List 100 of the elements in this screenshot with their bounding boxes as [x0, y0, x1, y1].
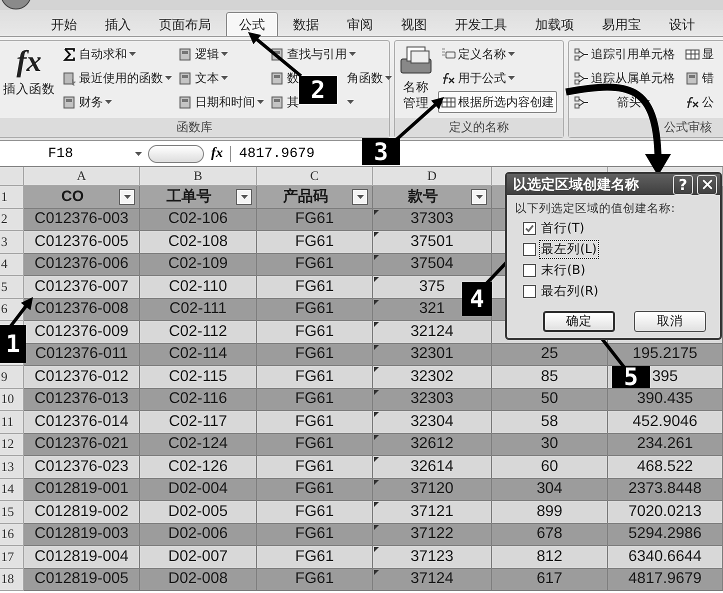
- table-cell: 37501: [373, 231, 492, 254]
- table-cell: 37122: [373, 524, 492, 546]
- table-cell: 60: [492, 456, 608, 478]
- command-label: 数: [287, 70, 299, 86]
- table-cell: 50: [492, 388, 608, 411]
- table-cell: 32302: [373, 366, 492, 388]
- command-label: 文本: [195, 70, 219, 86]
- table-cell: C02-110: [140, 276, 257, 298]
- table-cell: FG61: [257, 388, 373, 411]
- table-cell: 32304: [373, 411, 492, 434]
- step-number: 5: [612, 366, 650, 388]
- table-cell: 6340.6644: [608, 546, 723, 568]
- table-cell: 37120: [373, 478, 492, 501]
- table-cell: C02-108: [140, 231, 257, 254]
- table-cell: FG61: [257, 411, 373, 434]
- table-cell: 30: [492, 434, 608, 456]
- command-label: 日期和时间: [195, 94, 255, 110]
- table-cell: 37124: [373, 568, 492, 591]
- table-cell: FG61: [257, 524, 373, 546]
- command-label: 错: [702, 70, 714, 86]
- table-cell: C02-106: [140, 208, 257, 231]
- table-cell: C012376-021: [24, 434, 140, 456]
- table-cell: C02-112: [140, 321, 257, 344]
- table-cell: FG61: [257, 366, 373, 388]
- command-label: 显: [702, 46, 714, 62]
- table-cell: 678: [492, 524, 608, 546]
- table-cell: FG61: [257, 501, 373, 524]
- table-cell: C02-116: [140, 388, 257, 411]
- row-number: 11: [0, 411, 24, 434]
- table-cell: D02-007: [140, 546, 257, 568]
- step-number: 3: [362, 138, 400, 165]
- table-cell: FG61: [257, 478, 373, 501]
- table-cell: 390.435: [608, 388, 723, 411]
- row-number: 17: [0, 546, 24, 568]
- table-header-cell: 产品码: [257, 186, 373, 208]
- group-title: 函数库: [176, 119, 212, 136]
- row-number: 10: [0, 388, 24, 411]
- table-cell: C02-111: [140, 298, 257, 321]
- table-header-cell: 工单号: [140, 186, 257, 208]
- table-cell: FG61: [257, 568, 373, 591]
- command-label: 自动求和: [79, 46, 127, 62]
- table-cell: 899: [492, 501, 608, 524]
- row-number: 16: [0, 524, 24, 546]
- table-cell: 25: [492, 344, 608, 366]
- table-cell: 195.2175: [608, 344, 723, 366]
- command-label: 逻辑: [195, 46, 219, 62]
- row-number: 15: [0, 501, 24, 524]
- row-number: 18: [0, 568, 24, 591]
- command-label: 追踪从属单元格: [591, 70, 675, 86]
- table-cell: C012819-002: [24, 501, 140, 524]
- command-label: 追踪引用单元格: [591, 46, 675, 62]
- table-cell: FG61: [257, 298, 373, 321]
- table-cell: FG61: [257, 231, 373, 254]
- table-cell: C02-114: [140, 344, 257, 366]
- table-cell: 7020.0213: [608, 501, 723, 524]
- table-cell: C02-124: [140, 434, 257, 456]
- row-number: 5: [0, 276, 24, 298]
- table-cell: C012376-014: [24, 411, 140, 434]
- row-number: 14: [0, 478, 24, 501]
- table-cell: 32301: [373, 344, 492, 366]
- table-cell: FG61: [257, 344, 373, 366]
- step-number: 1: [0, 325, 26, 363]
- command-label: 角函数: [347, 70, 383, 86]
- command-label: 用于公式: [458, 70, 506, 86]
- command-label: 财务: [79, 94, 103, 110]
- table-cell: FG61: [257, 546, 373, 568]
- table-cell: C012376-012: [24, 366, 140, 388]
- step-number: 4: [462, 282, 492, 316]
- table-cell: FG61: [257, 276, 373, 298]
- command-label: 其: [287, 94, 299, 110]
- table-cell: D02-005: [140, 501, 257, 524]
- table-cell: 234.261: [608, 434, 723, 456]
- group-title: 定义的名称: [449, 119, 509, 136]
- row-number: 4: [0, 254, 24, 276]
- table-cell: 32614: [373, 456, 492, 478]
- table-cell: C012376-006: [24, 254, 140, 276]
- table-header-cell: CO: [24, 186, 140, 208]
- table-cell: C012819-005: [24, 568, 140, 591]
- command-label: 定义名称: [458, 46, 506, 62]
- table-cell: C02-109: [140, 254, 257, 276]
- table-cell: 37504: [373, 254, 492, 276]
- row-number: 2: [0, 208, 24, 231]
- table-cell: C02-126: [140, 456, 257, 478]
- table-cell: 37303: [373, 208, 492, 231]
- table-cell: C012376-009: [24, 321, 140, 344]
- table-cell: 2373.8448: [608, 478, 723, 501]
- table-cell: FG61: [257, 321, 373, 344]
- table-cell: C012376-007: [24, 276, 140, 298]
- table-cell: C012376-003: [24, 208, 140, 231]
- command-label: 最近使用的函数: [79, 70, 163, 86]
- row-number: 1: [0, 186, 24, 208]
- row-number: 13: [0, 456, 24, 478]
- table-cell: 32303: [373, 388, 492, 411]
- table-cell: 85: [492, 366, 608, 388]
- command-label: 箭头: [617, 94, 641, 110]
- table-cell: FG61: [257, 456, 373, 478]
- table-cell: C012819-004: [24, 546, 140, 568]
- table-header-cell: 款号: [373, 186, 492, 208]
- command-label: 查找与引用: [287, 46, 347, 62]
- table-cell: D02-008: [140, 568, 257, 591]
